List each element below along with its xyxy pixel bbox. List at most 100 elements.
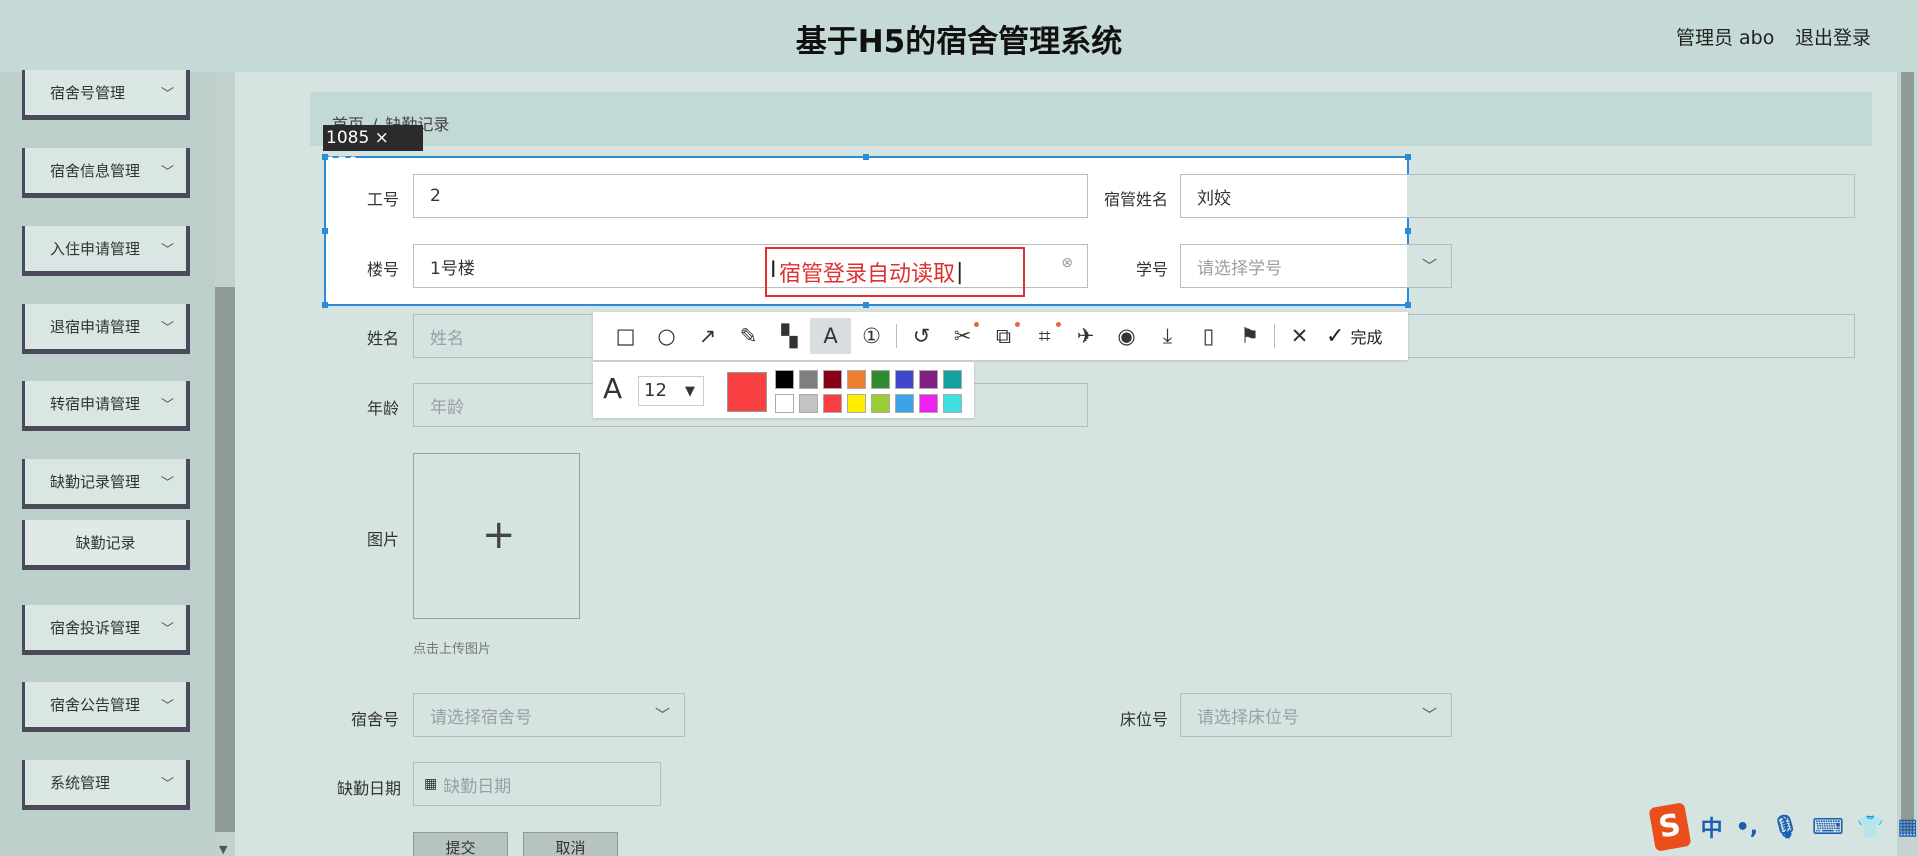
pin-icon[interactable]: ✈ xyxy=(1065,318,1106,354)
color-swatch[interactable] xyxy=(847,370,866,389)
current-color-swatch[interactable] xyxy=(727,372,767,412)
student-no-select[interactable]: 请选择学号 xyxy=(1180,244,1408,288)
scrollbar-thumb[interactable] xyxy=(215,287,235,832)
color-swatch[interactable] xyxy=(799,370,818,389)
keyboard-icon[interactable]: ⌨ xyxy=(1812,815,1844,840)
color-swatch[interactable] xyxy=(871,370,890,389)
sidebar-item-label: 宿舍投诉管理 xyxy=(50,619,141,637)
text-options-toolbar: A 12 ▼ xyxy=(593,362,974,418)
resize-handle[interactable] xyxy=(1405,302,1411,308)
toolbar-divider xyxy=(896,324,897,348)
manager-name-input[interactable]: 刘姣 xyxy=(1180,174,1408,218)
absence-date-label: 缺勤日期 xyxy=(336,779,401,798)
sidebar-item-absence-mgmt[interactable]: 缺勤记录管理 ﹀ xyxy=(22,459,190,509)
job-no-input[interactable]: 2 xyxy=(413,174,1088,218)
close-icon[interactable]: ✕ xyxy=(1279,318,1320,354)
annotation-toolbar: □ ○ ↗ ✎ ▚ A ① ↺ ✂ ⧉ ⌗ ✈ ◉ ⤓ ▯ ⚑ ✕ ✓ 完成 xyxy=(593,312,1408,360)
image-upload[interactable]: + xyxy=(413,453,580,619)
manager-name-input-ext xyxy=(1407,174,1855,218)
color-swatch[interactable] xyxy=(847,394,866,413)
resize-handle[interactable] xyxy=(322,302,328,308)
resize-handle[interactable] xyxy=(322,228,328,234)
color-swatch[interactable] xyxy=(943,370,962,389)
phone-icon[interactable]: ▯ xyxy=(1188,318,1229,354)
ime-mode[interactable]: 中 xyxy=(1701,811,1723,843)
room-no-placeholder: 请选择宿舍号 xyxy=(430,707,532,728)
font-size-value: 12 xyxy=(644,380,667,401)
translate-icon[interactable]: ⧉ xyxy=(983,318,1024,354)
absence-date-placeholder: 缺勤日期 xyxy=(443,776,512,797)
student-no-select-ext[interactable]: ﹀ xyxy=(1407,244,1452,288)
app-title: 基于H5的宿舍管理系统 xyxy=(795,24,1123,60)
ellipse-icon[interactable]: ○ xyxy=(646,318,687,354)
sidebar-item-room-no[interactable]: 宿舍号管理 ﹀ xyxy=(22,70,190,120)
ibeam-cursor-icon: I xyxy=(770,258,777,283)
color-swatch[interactable] xyxy=(919,370,938,389)
age-label: 年龄 xyxy=(366,399,399,418)
room-no-select[interactable]: 请选择宿舍号 ﹀ xyxy=(413,693,685,737)
building-label: 楼号 xyxy=(366,260,399,279)
resize-handle[interactable] xyxy=(863,302,869,308)
resize-handle[interactable] xyxy=(1405,154,1411,160)
bookmark-icon[interactable]: ⚑ xyxy=(1229,318,1270,354)
sidebar-item-checkout[interactable]: 退宿申请管理 ﹀ xyxy=(22,304,190,354)
color-swatch[interactable] xyxy=(943,394,962,413)
sidebar-item-complaint[interactable]: 宿舍投诉管理 ﹀ xyxy=(22,605,190,655)
sidebar-item-notice[interactable]: 宿舍公告管理 ﹀ xyxy=(22,682,190,732)
color-swatch[interactable] xyxy=(919,394,938,413)
scrollbar-thumb[interactable] xyxy=(1901,72,1914,832)
download-icon[interactable]: ⤓ xyxy=(1147,318,1188,354)
sidebar-item-room-info[interactable]: 宿舍信息管理 ﹀ xyxy=(22,148,190,198)
color-swatch[interactable] xyxy=(799,394,818,413)
sogou-logo-icon[interactable]: S xyxy=(1648,802,1692,852)
logout-link[interactable]: 退出登录 xyxy=(1795,23,1871,50)
cancel-button[interactable]: 取消 xyxy=(523,832,618,856)
sidebar-scrollbar[interactable]: ▼ xyxy=(215,72,235,856)
scissors-icon[interactable]: ✂ xyxy=(942,318,983,354)
color-swatch[interactable] xyxy=(823,370,842,389)
rectangle-icon[interactable]: □ xyxy=(605,318,646,354)
scroll-down-icon[interactable]: ▼ xyxy=(219,843,227,856)
age-placeholder: 年龄 xyxy=(430,397,464,418)
record-icon[interactable]: ◉ xyxy=(1106,318,1147,354)
punctuation-icon[interactable]: •, xyxy=(1736,815,1758,840)
ocr-icon[interactable]: ⌗ xyxy=(1024,318,1065,354)
sidebar-item-transfer[interactable]: 转宿申请管理 ﹀ xyxy=(22,381,190,431)
chevron-down-icon: ﹀ xyxy=(160,398,174,413)
apps-icon[interactable]: ▦ xyxy=(1897,815,1918,840)
resize-handle[interactable] xyxy=(863,154,869,160)
arrow-icon[interactable]: ↗ xyxy=(687,318,728,354)
color-swatch[interactable] xyxy=(871,394,890,413)
caret-down-icon: ▼ xyxy=(685,384,695,399)
absence-date-input[interactable]: ▦ 缺勤日期 xyxy=(413,762,661,806)
mosaic-icon[interactable]: ▚ xyxy=(769,318,810,354)
color-swatch[interactable] xyxy=(775,370,794,389)
done-button[interactable]: ✓ 完成 xyxy=(1326,324,1382,349)
bed-no-select[interactable]: 请选择床位号 ﹀ xyxy=(1180,693,1452,737)
ime-tray: S 中 •, 🎙 ⌨ 👕 ▦ xyxy=(1648,802,1918,852)
submit-button[interactable]: 提交 xyxy=(413,832,508,856)
skin-icon[interactable]: 👕 xyxy=(1857,815,1884,840)
done-label: 完成 xyxy=(1350,328,1383,347)
pencil-icon[interactable]: ✎ xyxy=(728,318,769,354)
sidebar-item-system[interactable]: 系统管理 ﹀ xyxy=(22,760,190,810)
main-scrollbar[interactable] xyxy=(1897,72,1918,856)
building-value: 1号楼 xyxy=(430,258,475,279)
undo-icon[interactable]: ↺ xyxy=(901,318,942,354)
annotation-text-box[interactable]: 宿管登录自动读取 | xyxy=(765,247,1025,297)
color-swatch[interactable] xyxy=(895,370,914,389)
color-swatch[interactable] xyxy=(895,394,914,413)
font-size-select[interactable]: 12 ▼ xyxy=(638,376,704,406)
color-swatch[interactable] xyxy=(775,394,794,413)
room-no-label: 宿舍号 xyxy=(350,710,399,729)
sidebar-item-absence-record[interactable]: 缺勤记录 xyxy=(22,520,190,570)
clear-icon[interactable]: ⊗ xyxy=(1061,255,1073,271)
number-icon[interactable]: ① xyxy=(851,318,892,354)
sidebar-item-checkin[interactable]: 入住申请管理 ﹀ xyxy=(22,226,190,276)
current-user[interactable]: 管理员 abo xyxy=(1676,23,1774,50)
color-swatch[interactable] xyxy=(823,394,842,413)
calendar-icon: ▦ xyxy=(424,776,438,792)
text-icon[interactable]: A xyxy=(810,318,851,354)
resize-handle[interactable] xyxy=(1405,228,1411,234)
microphone-icon[interactable]: 🎙 xyxy=(1771,815,1799,840)
